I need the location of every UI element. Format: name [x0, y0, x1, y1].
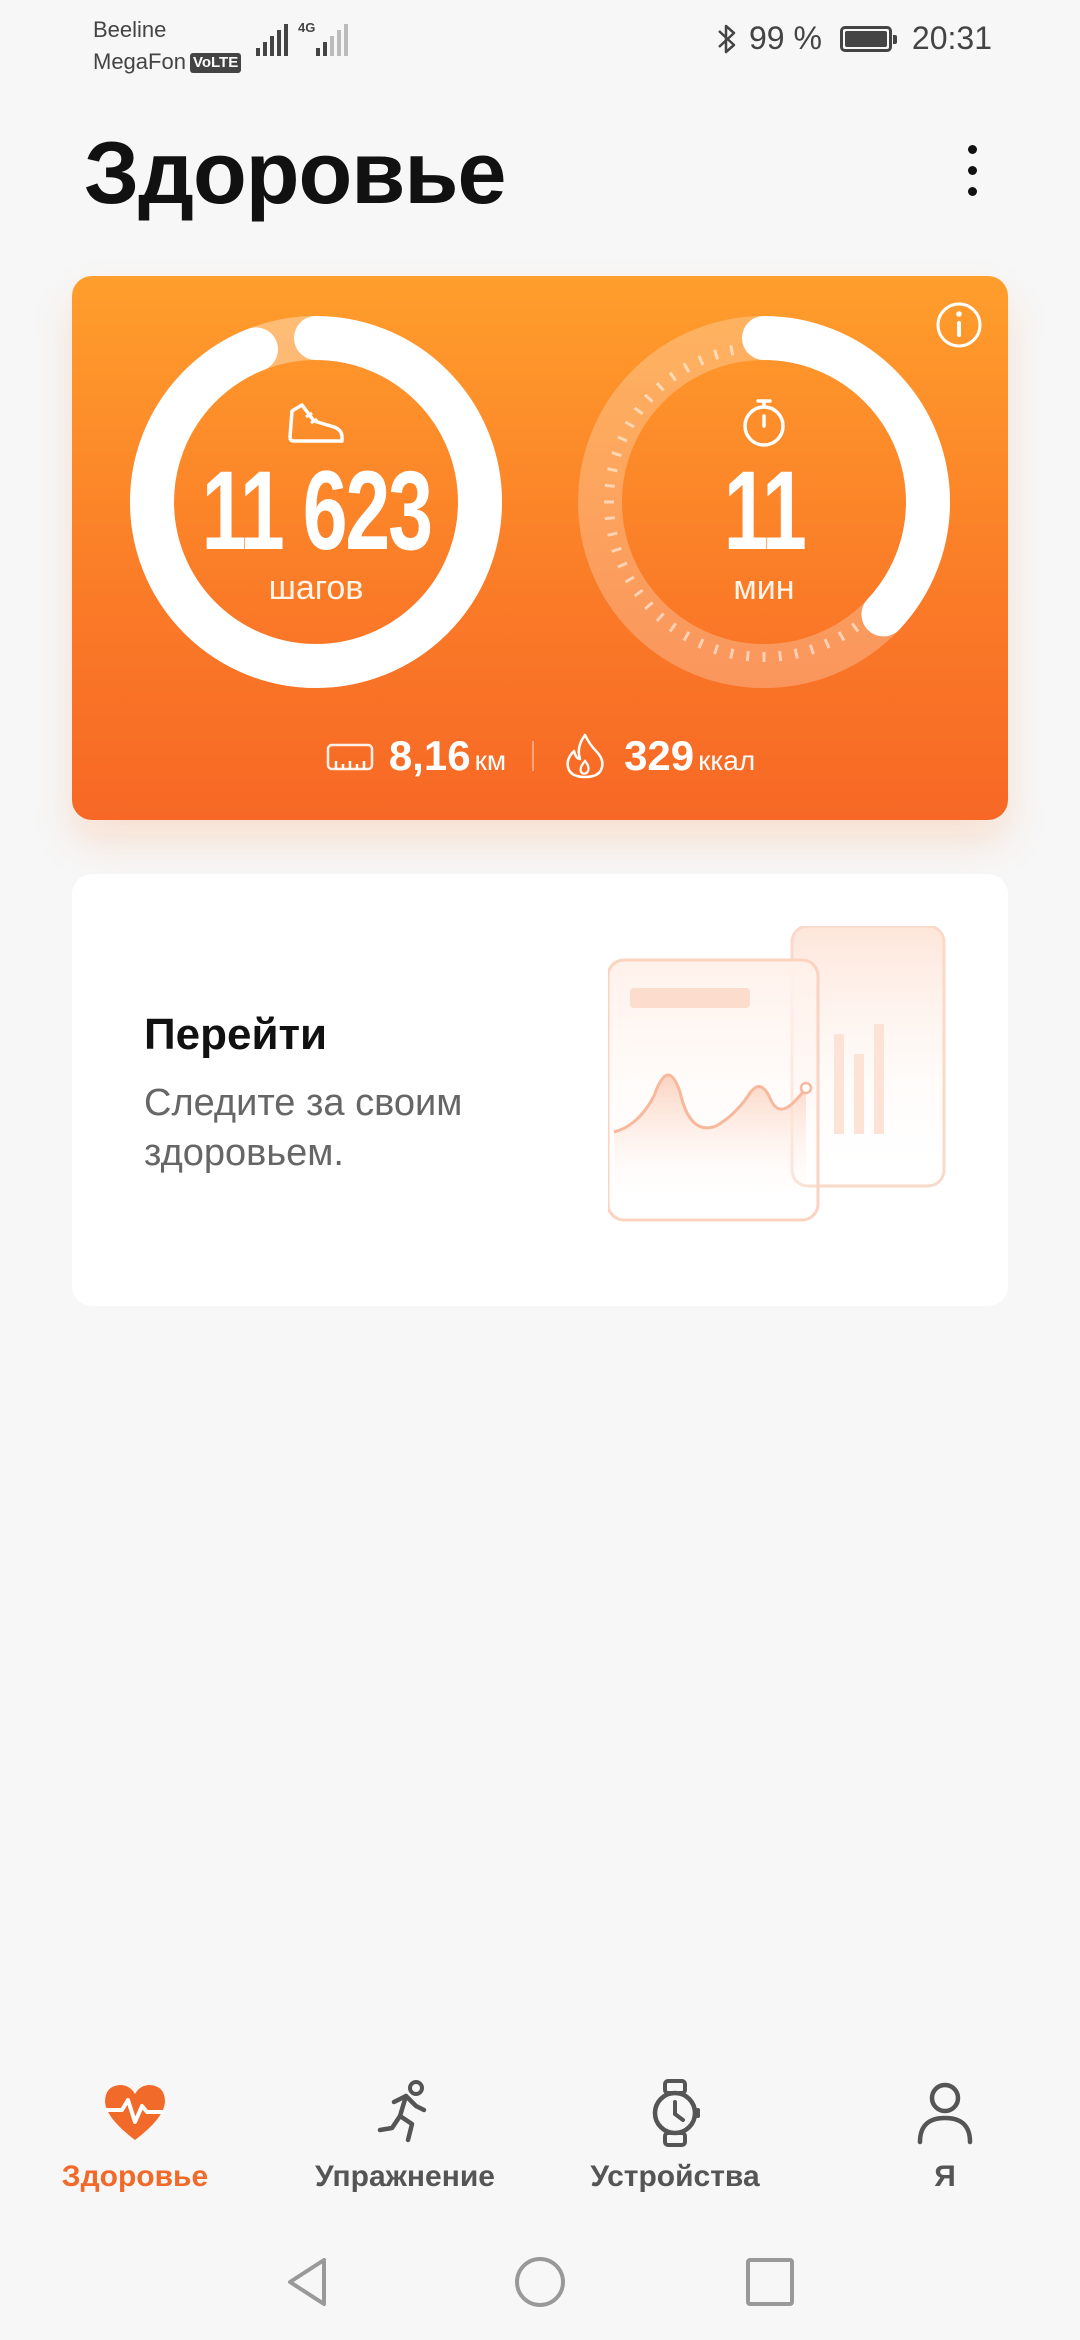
person-icon [917, 2082, 973, 2145]
recents-icon[interactable] [742, 2254, 798, 2310]
activity-card[interactable]: 11 623 шагов 11 мин 8,16 км 329 ккал [72, 276, 1008, 820]
steps-value: 11 623 [201, 447, 432, 573]
more-options-button[interactable] [950, 130, 994, 210]
more-vertical-icon [967, 144, 977, 154]
volte-badge: VoLTE [189, 53, 242, 73]
carrier-info: Beeline MegaFon VoLTE [93, 14, 242, 78]
home-icon[interactable] [512, 2254, 568, 2310]
steps-ring[interactable]: 11 623 шагов [130, 316, 502, 688]
calories-value: 329 [624, 732, 695, 779]
flame-icon [566, 733, 604, 779]
carrier-1: Beeline [93, 17, 167, 42]
tab-me[interactable]: Я [810, 2052, 1080, 2202]
tab-exercise[interactable]: Упражнение [270, 2052, 540, 2202]
clock: 20:31 [911, 20, 992, 56]
signal-indicators: 4G [256, 20, 348, 56]
promo-text: Следите за своим здоровьем. [144, 1082, 463, 1174]
stat-divider [532, 741, 535, 771]
steps-unit: шагов [268, 568, 364, 607]
signal-4g-icon: 4G [298, 20, 348, 56]
shoe-icon [288, 402, 344, 443]
bluetooth-icon [718, 24, 736, 53]
watch-icon [652, 2079, 700, 2147]
ruler-icon [326, 743, 374, 771]
battery-icon [839, 25, 897, 52]
network-type: 4G [298, 20, 316, 35]
time-unit: мин [733, 568, 795, 607]
battery-percent: 99 % [748, 20, 822, 56]
distance-value: 8,16 [388, 732, 471, 779]
status-bar: Beeline MegaFon VoLTE 4G 99 % 20:31 [0, 0, 1080, 80]
distance-unit: км [474, 745, 507, 776]
promo-card[interactable]: Перейти Следите за своим здоровьем. [72, 874, 1008, 1306]
tab-me-label: Я [934, 2160, 956, 2193]
calories-stat: 329 ккал [624, 732, 755, 780]
back-icon[interactable] [280, 2254, 336, 2310]
time-value: 11 [723, 447, 807, 573]
heart-icon [105, 2085, 165, 2140]
bottom-navigation: Здоровье Упражнение Устройства Я [0, 2052, 1080, 2202]
page-title: Здоровье [84, 123, 506, 222]
carrier-2: MegaFon [93, 49, 186, 74]
activity-stats: 8,16 км 329 ккал [72, 726, 1008, 786]
tab-health-label: Здоровье [61, 2160, 209, 2193]
tab-devices[interactable]: Устройства [540, 2052, 810, 2202]
health-chart-illustration [608, 926, 946, 1222]
signal-icon [256, 24, 288, 56]
tab-exercise-label: Упражнение [315, 2160, 495, 2193]
system-navigation [0, 2232, 1080, 2332]
distance-stat: 8,16 км [389, 732, 506, 780]
stopwatch-icon [743, 398, 785, 447]
tab-health[interactable]: Здоровье [0, 2052, 270, 2202]
calories-unit: ккал [698, 745, 756, 776]
running-icon [377, 2080, 427, 2143]
promo-title: Перейти [144, 1010, 328, 1059]
tab-devices-label: Устройства [590, 2160, 760, 2193]
active-time-ring[interactable]: 11 мин [578, 316, 950, 688]
status-right: 99 % 20:31 [715, 20, 992, 57]
